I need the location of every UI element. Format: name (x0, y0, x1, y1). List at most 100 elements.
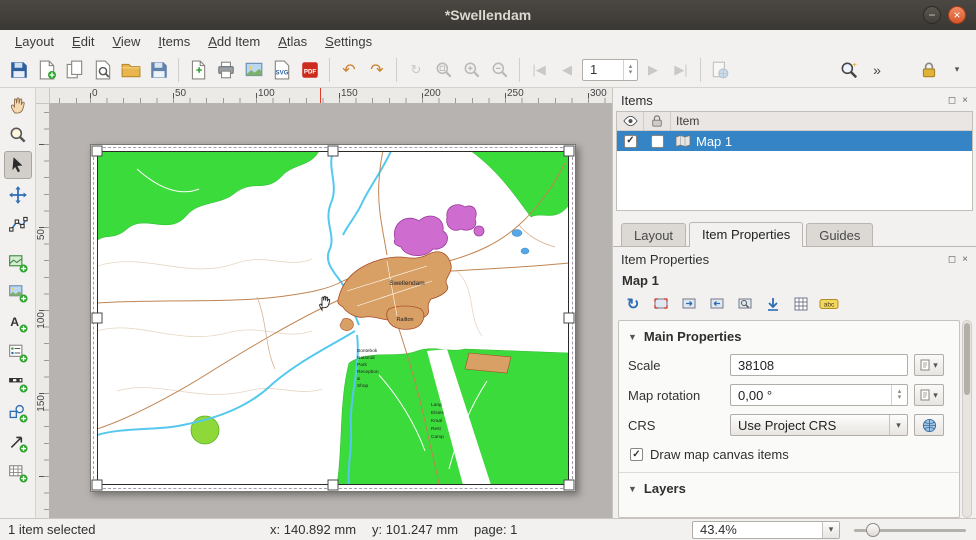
refresh-view-icon[interactable]: ↻ (403, 57, 429, 83)
zoom-tool-icon[interactable] (836, 57, 862, 83)
collapse-arrow-icon[interactable]: ▼ (628, 332, 637, 342)
interactively-edit-extent-icon[interactable] (761, 293, 785, 315)
vertical-ruler[interactable]: 50 100 150 (36, 104, 50, 518)
selection-handle[interactable] (564, 480, 575, 491)
zoom-slider-thumb[interactable] (866, 523, 880, 537)
select-move-item-icon[interactable] (4, 151, 32, 179)
menu-layout[interactable]: Layout (6, 32, 63, 51)
zoom-in-icon[interactable] (459, 57, 485, 83)
pan-tool-icon[interactable] (4, 91, 32, 119)
selection-handle[interactable] (92, 313, 103, 324)
atlas-last-icon[interactable]: ▶| (668, 57, 694, 83)
menu-add-item[interactable]: Add Item (199, 32, 269, 51)
menu-view[interactable]: View (103, 32, 149, 51)
selection-handle[interactable] (328, 146, 339, 157)
main-properties-group[interactable]: ▼ Main Properties (619, 321, 959, 350)
add-label-icon[interactable]: A (4, 309, 32, 337)
layout-manager-icon[interactable] (90, 57, 116, 83)
menu-edit[interactable]: Edit (63, 32, 103, 51)
lock-layers-icon[interactable] (916, 57, 942, 83)
export-pdf-icon[interactable]: PDF (297, 57, 323, 83)
items-row-map1[interactable]: ✓ Map 1 (617, 131, 972, 151)
add-shape-icon[interactable] (4, 399, 32, 427)
minimize-button[interactable]: − (923, 6, 941, 24)
layout-canvas[interactable]: Swellendam Railton Bontebok National Par… (50, 104, 612, 518)
scale-data-defined-button[interactable]: ▾ (914, 354, 944, 376)
map-rotation-spinbox[interactable]: 0,00 ° ▴▾ (730, 384, 908, 406)
tab-guides[interactable]: Guides (806, 223, 873, 246)
menu-settings[interactable]: Settings (316, 32, 381, 51)
toolbar-overflow-icon[interactable]: » (864, 57, 890, 83)
crs-dropdown-icon[interactable]: ▾ (889, 415, 907, 435)
layout-page[interactable]: Swellendam Railton Bontebok National Par… (90, 144, 576, 492)
panel-float-icon[interactable]: ◻ (948, 254, 956, 265)
atlas-page-field[interactable]: 1 ▴▾ (582, 59, 638, 81)
selection-handle[interactable] (564, 313, 575, 324)
export-svg-icon[interactable]: SVG (269, 57, 295, 83)
edit-nodes-icon[interactable] (4, 211, 32, 239)
draw-canvas-items-checkbox[interactable]: ✓ (630, 448, 643, 461)
properties-scrollbar[interactable] (962, 320, 972, 518)
lock-checkbox[interactable] (651, 135, 664, 148)
redo-icon[interactable]: ↷ (364, 57, 390, 83)
panel-close-icon[interactable]: × (962, 254, 968, 265)
atlas-first-icon[interactable]: |◀ (526, 57, 552, 83)
save-project-icon[interactable] (6, 57, 32, 83)
save-as-icon[interactable] (146, 57, 172, 83)
duplicate-layout-icon[interactable] (62, 57, 88, 83)
selection-handle[interactable] (92, 480, 103, 491)
menu-items[interactable]: Items (149, 32, 199, 51)
layers-group[interactable]: ▼ Layers (619, 472, 959, 502)
atlas-page-spinner[interactable]: ▴▾ (623, 60, 637, 80)
zoom-canvas-icon[interactable] (4, 121, 32, 149)
lock-layers-dropdown-icon[interactable]: ▾ (944, 57, 970, 83)
rotation-data-defined-button[interactable]: ▾ (914, 384, 944, 406)
zoom-full-icon[interactable] (431, 57, 457, 83)
export-image-icon[interactable] (241, 57, 267, 83)
zoom-dropdown-icon[interactable]: ▾ (822, 522, 839, 538)
zoom-out-icon[interactable] (487, 57, 513, 83)
add-picture-icon[interactable] (4, 279, 32, 307)
selection-handle[interactable] (92, 146, 103, 157)
selection-handle[interactable] (564, 146, 575, 157)
draw-canvas-items-row[interactable]: ✓ Draw map canvas items (619, 440, 959, 466)
tab-layout[interactable]: Layout (621, 223, 686, 246)
undo-icon[interactable]: ↶ (336, 57, 362, 83)
view-current-extent-icon[interactable] (677, 293, 701, 315)
labeling-settings-icon[interactable]: abc (817, 293, 841, 315)
add-legend-icon[interactable] (4, 339, 32, 367)
set-map-scale-icon[interactable] (705, 293, 729, 315)
atlas-next-icon[interactable]: ▶ (640, 57, 666, 83)
tab-item-properties[interactable]: Item Properties (689, 222, 803, 247)
add-map-icon[interactable] (4, 249, 32, 277)
selection-handle[interactable] (328, 480, 339, 491)
add-table-icon[interactable] (4, 459, 32, 487)
add-scalebar-icon[interactable] (4, 369, 32, 397)
scale-input[interactable]: 38108 (730, 354, 908, 376)
add-arrow-icon[interactable] (4, 429, 32, 457)
set-canvas-extent-icon[interactable] (649, 293, 673, 315)
scrollbar-thumb[interactable] (964, 323, 970, 395)
collapse-arrow-icon[interactable]: ▼ (628, 484, 637, 494)
atlas-prev-icon[interactable]: ◀ (554, 57, 580, 83)
panel-float-icon[interactable]: ◻ (948, 95, 956, 106)
horizontal-ruler[interactable]: 0 50 100 150 200 250 300 (50, 88, 612, 104)
update-preview-icon[interactable]: ↻ (621, 293, 645, 315)
crs-combobox[interactable]: Use Project CRS ▾ (730, 414, 908, 436)
crs-select-button[interactable] (914, 414, 944, 436)
close-button[interactable]: × (948, 6, 966, 24)
zoom-level-combobox[interactable]: 43.4% ▾ (692, 521, 840, 539)
rotation-spinner-icon[interactable]: ▴▾ (891, 385, 907, 405)
map-item[interactable]: Swellendam Railton Bontebok National Par… (97, 151, 569, 485)
titlebar[interactable]: *Swellendam − × (0, 0, 976, 30)
panel-close-icon[interactable]: × (962, 95, 968, 106)
visibility-checkbox[interactable]: ✓ (624, 135, 637, 148)
open-folder-icon[interactable] (118, 57, 144, 83)
atlas-settings-icon[interactable] (707, 57, 733, 83)
print-icon[interactable] (213, 57, 239, 83)
add-pages-icon[interactable] (185, 57, 211, 83)
zoom-slider[interactable] (854, 522, 966, 538)
move-item-content-icon[interactable] (4, 181, 32, 209)
grid-settings-icon[interactable] (789, 293, 813, 315)
menu-atlas[interactable]: Atlas (269, 32, 316, 51)
